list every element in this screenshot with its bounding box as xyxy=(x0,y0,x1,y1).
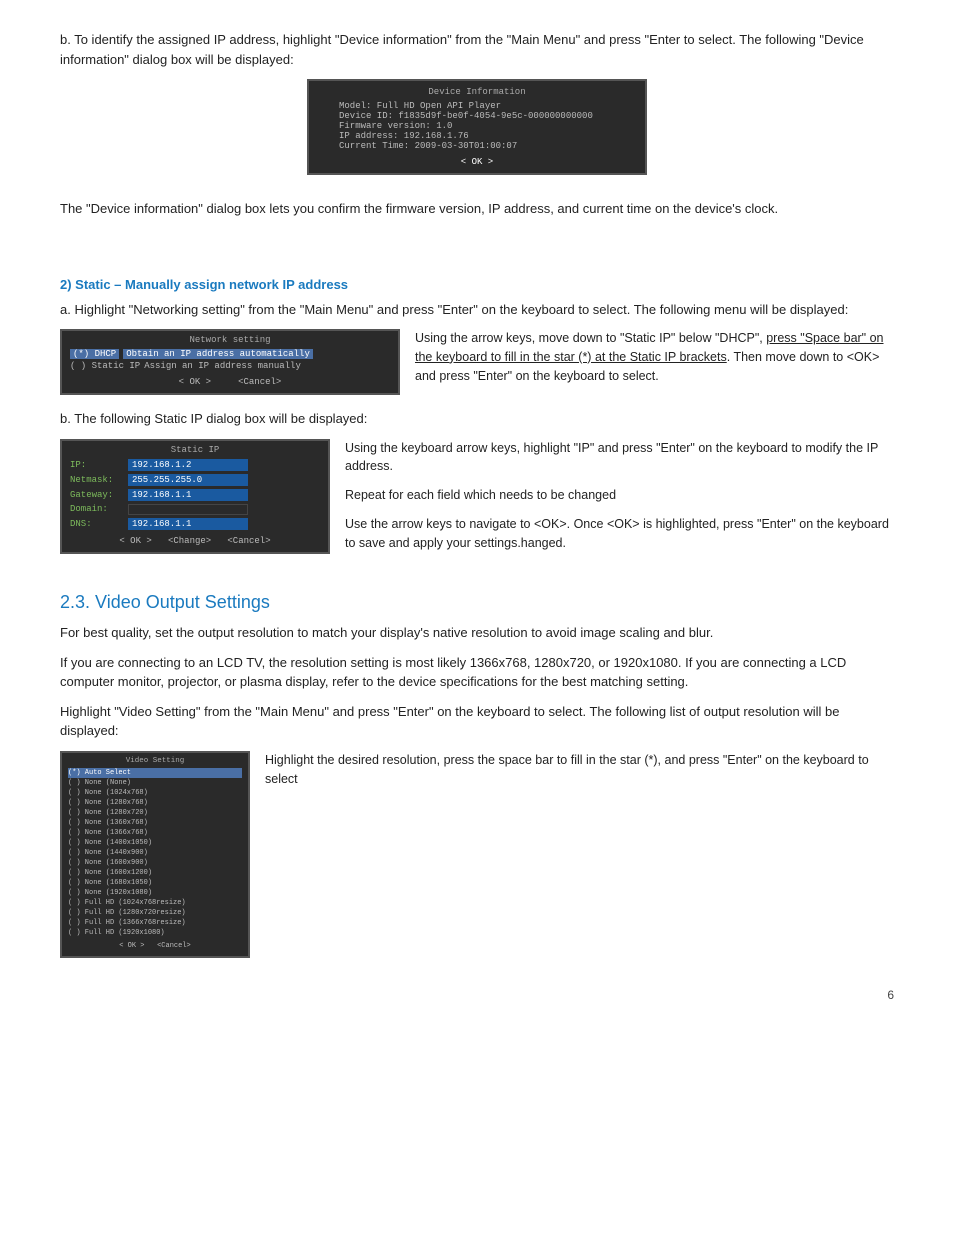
video-res-row-0[interactable]: (*) Auto Select xyxy=(68,768,242,778)
static-ip-desc2: Repeat for each field which needs to be … xyxy=(345,486,894,505)
section-b-intro: b. To identify the assigned IP address, … xyxy=(60,30,894,69)
netmask-value[interactable]: 255.255.255.0 xyxy=(128,474,248,486)
section23-text: Video Output Settings xyxy=(95,592,270,612)
video-res-row-9[interactable]: ( ) None (1600x900) xyxy=(68,858,242,868)
video-res-row-8[interactable]: ( ) None (1440x900) xyxy=(68,848,242,858)
press-space-bar-text: press "Space bar" on the keyboard to fil… xyxy=(415,331,884,364)
network-setting-screenshot: Network setting (*) DHCP Obtain an IP ad… xyxy=(60,329,400,395)
video-cancel-btn[interactable]: <Cancel> xyxy=(157,942,191,950)
device-info-ip: IP address: 192.168.1.76 xyxy=(319,131,635,141)
device-info-title: Device Information xyxy=(319,87,635,97)
video-desc-col: Highlight the desired resolution, press … xyxy=(265,751,894,799)
video-res-row-10[interactable]: ( ) None (1600x1200) xyxy=(68,868,242,878)
device-info-firmware: Firmware version: 1.0 xyxy=(319,121,635,131)
static-ip-title: Static IP xyxy=(70,445,320,455)
gateway-field-row: Gateway: 192.168.1.1 xyxy=(70,489,320,501)
video-res-row-2[interactable]: ( ) None (1024x768) xyxy=(68,788,242,798)
static-ip-change-btn[interactable]: <Change> xyxy=(168,536,211,546)
section23-num: 2.3. xyxy=(60,592,90,612)
network-setting-screenshot-col: Network setting (*) DHCP Obtain an IP ad… xyxy=(60,329,400,395)
static-ip-desc-col: Using the keyboard arrow keys, highlight… xyxy=(345,439,894,563)
network-cancel-btn[interactable]: <Cancel> xyxy=(238,377,281,387)
video-output-screenshot-col: Video Setting (*) Auto Select ( ) None (… xyxy=(60,751,250,958)
ip-value[interactable]: 192.168.1.2 xyxy=(128,459,248,471)
video-res-row-7[interactable]: ( ) None (1400x1050) xyxy=(68,838,242,848)
domain-label: Domain: xyxy=(70,504,128,514)
network-setting-section: Network setting (*) DHCP Obtain an IP ad… xyxy=(60,329,894,395)
dns-value[interactable]: 192.168.1.1 xyxy=(128,518,248,530)
video-output-btn-row: < OK > <Cancel> xyxy=(68,942,242,950)
video-output-screenshot: Video Setting (*) Auto Select ( ) None (… xyxy=(60,751,250,958)
device-info-screenshot: Device Information Model: Full HD Open A… xyxy=(307,79,647,175)
netmask-label: Netmask: xyxy=(70,475,128,485)
video-ok-btn[interactable]: < OK > xyxy=(119,942,144,950)
domain-field-row: Domain: xyxy=(70,504,320,515)
video-desc: Highlight the desired resolution, press … xyxy=(265,751,894,789)
video-output-section: Video Setting (*) Auto Select ( ) None (… xyxy=(60,751,894,958)
network-btn-row: < OK > <Cancel> xyxy=(70,377,390,387)
gateway-value[interactable]: 192.168.1.1 xyxy=(128,489,248,501)
network-setting-title: Network setting xyxy=(70,335,390,345)
video-res-row-11[interactable]: ( ) None (1680x1050) xyxy=(68,878,242,888)
static-ip-section: Static IP IP: 192.168.1.2 Netmask: 255.2… xyxy=(60,439,894,563)
static-ip-ok-btn[interactable]: < OK > xyxy=(119,536,151,546)
section2-heading: 2) Static – Manually assign network IP a… xyxy=(60,277,894,292)
ip-label: IP: xyxy=(70,460,128,470)
domain-value[interactable] xyxy=(128,504,248,515)
network-ok-btn[interactable]: < OK > xyxy=(179,377,211,387)
video-output-title: Video Setting xyxy=(68,757,242,765)
video-res-row-13[interactable]: ( ) Full HD (1024x768resize) xyxy=(68,898,242,908)
video-para1: For best quality, set the output resolut… xyxy=(60,623,894,643)
static-ip-screenshot: Static IP IP: 192.168.1.2 Netmask: 255.2… xyxy=(60,439,330,554)
device-info-desc: The "Device information" dialog box lets… xyxy=(60,199,894,219)
video-res-row-6[interactable]: ( ) None (1366x768) xyxy=(68,828,242,838)
video-res-row-1[interactable]: ( ) None (None) xyxy=(68,778,242,788)
netmask-field-row: Netmask: 255.255.255.0 xyxy=(70,474,320,486)
section2a-intro: a. Highlight "Networking setting" from t… xyxy=(60,300,894,320)
ip-field-row: IP: 192.168.1.2 xyxy=(70,459,320,471)
video-res-row-4[interactable]: ( ) None (1280x720) xyxy=(68,808,242,818)
network-dhcp-row: (*) DHCP Obtain an IP address automatica… xyxy=(70,349,390,359)
video-res-row-5[interactable]: ( ) None (1360x768) xyxy=(68,818,242,828)
static-ip-btn-row: < OK > <Change> <Cancel> xyxy=(70,536,320,546)
device-info-time: Current Time: 2009-03-30T01:00:07 xyxy=(319,141,635,151)
page-content: b. To identify the assigned IP address, … xyxy=(60,30,894,1002)
video-res-row-16[interactable]: ( ) Full HD (1920x1080) xyxy=(68,928,242,938)
dhcp-option: (*) DHCP xyxy=(70,349,119,359)
section2b-intro: b. The following Static IP dialog box wi… xyxy=(60,409,894,429)
device-info-ok[interactable]: < OK > xyxy=(319,157,635,167)
network-setting-desc: Using the arrow keys, move down to "Stat… xyxy=(415,329,894,385)
static-option: ( ) Static IP xyxy=(70,361,140,371)
video-para3: Highlight "Video Setting" from the "Main… xyxy=(60,702,894,741)
dhcp-desc: Obtain an IP address automatically xyxy=(123,349,313,359)
video-para2: If you are connecting to an LCD TV, the … xyxy=(60,653,894,692)
video-res-row-14[interactable]: ( ) Full HD (1280x720resize) xyxy=(68,908,242,918)
device-info-id: Device ID: f1835d9f-be0f-4054-9e5c-00000… xyxy=(319,111,635,121)
static-ip-desc3: Use the arrow keys to navigate to <OK>. … xyxy=(345,515,894,553)
static-ip-screenshot-col: Static IP IP: 192.168.1.2 Netmask: 255.2… xyxy=(60,439,330,554)
device-info-model: Model: Full HD Open API Player xyxy=(319,101,635,111)
static-ip-desc1: Using the keyboard arrow keys, highlight… xyxy=(345,439,894,477)
network-static-row: ( ) Static IP Assign an IP address manua… xyxy=(70,361,390,371)
page-number: 6 xyxy=(60,988,894,1002)
video-res-row-12[interactable]: ( ) None (1920x1080) xyxy=(68,888,242,898)
section23-heading: 2.3. Video Output Settings xyxy=(60,592,894,613)
static-ip-cancel-btn[interactable]: <Cancel> xyxy=(227,536,270,546)
video-res-row-3[interactable]: ( ) None (1280x768) xyxy=(68,798,242,808)
dns-field-row: DNS: 192.168.1.1 xyxy=(70,518,320,530)
dns-label: DNS: xyxy=(70,519,128,529)
gateway-label: Gateway: xyxy=(70,490,128,500)
static-desc: Assign an IP address manually xyxy=(144,361,301,371)
video-res-row-15[interactable]: ( ) Full HD (1366x768resize) xyxy=(68,918,242,928)
